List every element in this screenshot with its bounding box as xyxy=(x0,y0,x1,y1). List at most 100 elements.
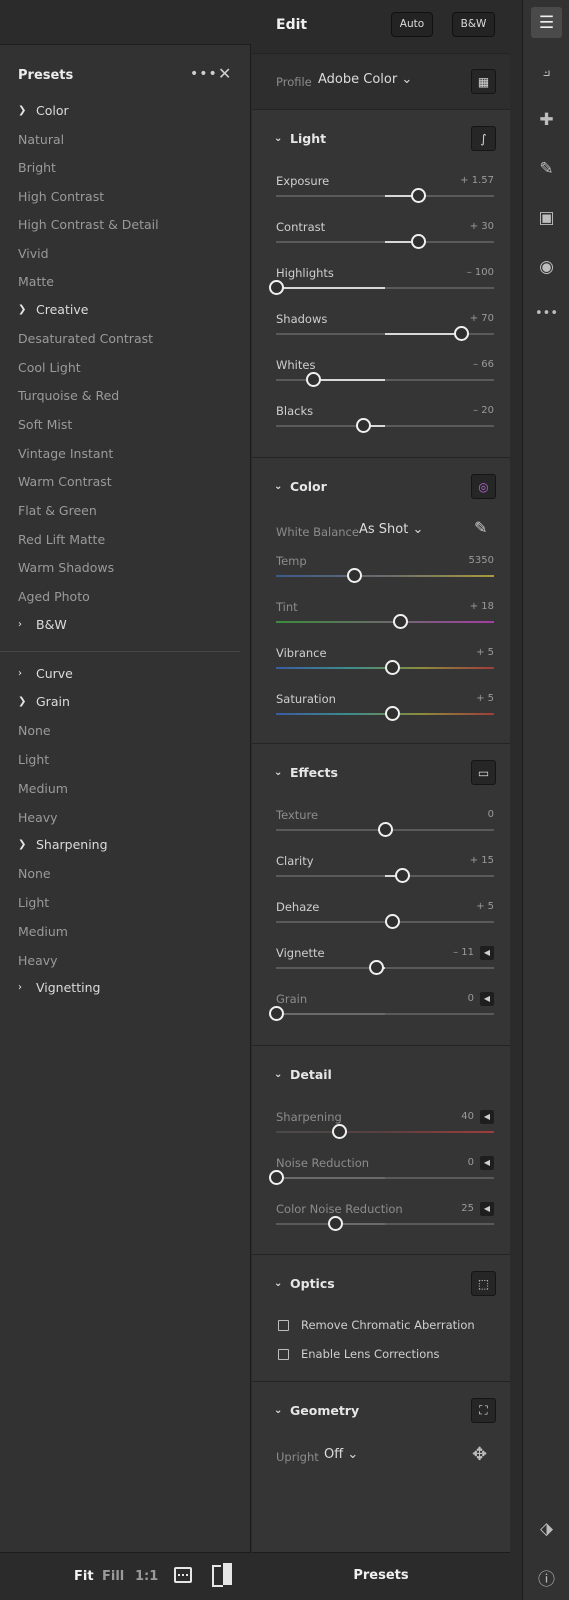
transform-icon[interactable]: ⛶ xyxy=(471,1398,496,1423)
highlights-slider[interactable]: Highlights – 100 xyxy=(269,266,494,308)
noise-reduction-slider[interactable]: Noise Reduction 0 ◀ xyxy=(269,1156,494,1198)
effects-header[interactable]: ⌄ Effects xyxy=(274,765,338,780)
preset-item[interactable]: Light xyxy=(18,752,49,767)
preset-item[interactable]: Turquoise & Red xyxy=(18,388,119,403)
slider-thumb[interactable] xyxy=(347,568,363,583)
whites-slider[interactable]: Whites – 66 xyxy=(276,358,494,400)
slider-thumb[interactable] xyxy=(384,660,400,675)
preset-item[interactable]: High Contrast xyxy=(18,189,104,204)
edit-sliders-icon[interactable]: ☰ xyxy=(531,7,562,38)
slider-thumb[interactable] xyxy=(269,1006,284,1021)
preset-item[interactable]: Natural xyxy=(18,132,64,147)
zoom-1-1-button[interactable]: 1:1 xyxy=(135,1569,158,1584)
slider-value[interactable]: + 70 xyxy=(470,313,494,324)
slider-thumb[interactable] xyxy=(395,868,411,883)
light-header[interactable]: ⌄ Light xyxy=(274,131,326,146)
slider-thumb[interactable] xyxy=(327,1216,343,1231)
compare-icon[interactable] xyxy=(212,1563,232,1587)
grain-slider[interactable]: Grain 0 ◀ xyxy=(269,992,494,1034)
guided-upright-icon[interactable]: ✥ xyxy=(472,1444,487,1465)
preset-item[interactable]: Medium xyxy=(18,781,68,796)
detail-header[interactable]: ⌄ Detail xyxy=(274,1067,332,1082)
auto-button[interactable]: Auto xyxy=(391,12,433,37)
sharpening-slider[interactable]: Sharpening 40 ◀ xyxy=(276,1110,494,1152)
temp-slider[interactable]: Temp 5350 xyxy=(276,554,494,596)
filmstrip-icon[interactable] xyxy=(174,1567,192,1583)
preset-item[interactable]: Medium xyxy=(18,924,68,939)
color-header[interactable]: ⌄ Color xyxy=(274,479,327,494)
slider-value[interactable]: – 66 xyxy=(473,359,494,370)
preset-item[interactable]: None xyxy=(18,723,51,738)
preset-group-grain[interactable]: ❯ Grain xyxy=(18,694,70,709)
color-mixer-icon[interactable]: ◎ xyxy=(471,474,496,499)
preset-item[interactable]: Vintage Instant xyxy=(18,446,113,461)
more-icon[interactable]: ••• xyxy=(531,298,562,329)
tint-slider[interactable]: Tint + 18 xyxy=(276,600,494,642)
preset-group-sharpening[interactable]: ❯ Sharpening xyxy=(18,837,108,852)
radial-gradient-icon[interactable]: ◉ xyxy=(531,251,562,282)
eyedropper-icon[interactable]: ✎ xyxy=(474,518,487,537)
preset-group-bw[interactable]: › B&W xyxy=(18,617,67,632)
enable-lens-corrections-checkbox[interactable] xyxy=(278,1349,289,1360)
slider-thumb[interactable] xyxy=(384,706,400,721)
slider-thumb[interactable] xyxy=(410,188,426,203)
preset-item[interactable]: Aged Photo xyxy=(18,589,90,604)
saturation-slider[interactable]: Saturation + 5 xyxy=(276,692,494,734)
preset-item[interactable]: Flat & Green xyxy=(18,503,97,518)
slider-value[interactable]: + 30 xyxy=(470,221,494,232)
expand-arrow-icon[interactable]: ◀ xyxy=(480,1110,494,1124)
slider-value[interactable]: – 20 xyxy=(473,405,494,416)
slider-thumb[interactable] xyxy=(393,614,409,629)
preset-item[interactable]: Vivid xyxy=(18,246,49,261)
preset-item[interactable]: Desaturated Contrast xyxy=(18,331,153,346)
slider-value[interactable]: + 5 xyxy=(476,693,494,704)
preset-item[interactable]: Warm Contrast xyxy=(18,474,112,489)
expand-arrow-icon[interactable]: ◀ xyxy=(480,1156,494,1170)
remove-chromatic-aberration-checkbox[interactable] xyxy=(278,1320,289,1331)
preset-group-creative[interactable]: ❯ Creative xyxy=(18,302,88,317)
slider-thumb[interactable] xyxy=(306,372,322,387)
slider-thumb[interactable] xyxy=(369,960,385,975)
more-icon[interactable]: ••• xyxy=(190,66,218,82)
slider-value[interactable]: 0 xyxy=(468,993,474,1004)
slider-thumb[interactable] xyxy=(454,326,470,341)
crop-icon[interactable]: ⟓ xyxy=(531,55,562,86)
expand-arrow-icon[interactable]: ◀ xyxy=(480,1202,494,1216)
lens-profile-icon[interactable]: ⬚ xyxy=(471,1271,496,1296)
texture-slider[interactable]: Texture 0 xyxy=(276,808,494,850)
tag-icon[interactable]: ⬗ xyxy=(531,1513,562,1544)
preset-item[interactable]: Light xyxy=(18,895,49,910)
slider-value[interactable]: + 18 xyxy=(470,601,494,612)
profile-dropdown[interactable]: Adobe Color ⌄ xyxy=(318,72,412,87)
bw-button[interactable]: B&W xyxy=(452,12,495,37)
slider-value[interactable]: – 100 xyxy=(467,267,494,278)
slider-value[interactable]: 40 xyxy=(461,1111,474,1122)
preset-item[interactable]: Red Lift Matte xyxy=(18,532,105,547)
preset-item[interactable]: None xyxy=(18,866,51,881)
slider-value[interactable]: + 5 xyxy=(476,901,494,912)
tone-curve-icon[interactable]: ∫ xyxy=(471,126,496,151)
preset-item[interactable]: High Contrast & Detail xyxy=(18,217,159,232)
slider-value[interactable]: + 15 xyxy=(470,855,494,866)
close-icon[interactable]: ✕ xyxy=(218,64,231,83)
preset-group-color[interactable]: ❯ Color xyxy=(18,103,69,118)
preset-item[interactable]: Bright xyxy=(18,160,56,175)
upright-dropdown[interactable]: Off ⌄ xyxy=(324,1447,358,1462)
expand-arrow-icon[interactable]: ◀ xyxy=(480,992,494,1006)
brush-icon[interactable]: ✎ xyxy=(531,153,562,184)
preset-group-vignetting[interactable]: › Vignetting xyxy=(18,980,100,995)
white-balance-dropdown[interactable]: As Shot ⌄ xyxy=(359,522,423,537)
presets-button[interactable]: Presets xyxy=(252,1568,510,1583)
info-icon[interactable]: ⓘ xyxy=(531,1562,562,1593)
slider-value[interactable]: 25 xyxy=(461,1203,474,1214)
slider-thumb[interactable] xyxy=(378,822,393,837)
vibrance-slider[interactable]: Vibrance + 5 xyxy=(276,646,494,688)
geometry-header[interactable]: ⌄ Geometry xyxy=(274,1403,359,1418)
slider-value[interactable]: 0 xyxy=(488,809,494,820)
slider-thumb[interactable] xyxy=(332,1124,348,1139)
healing-icon[interactable]: ✚ xyxy=(531,104,562,135)
slider-value[interactable]: + 1.57 xyxy=(460,175,494,186)
slider-thumb[interactable] xyxy=(269,280,284,295)
clarity-slider[interactable]: Clarity + 15 xyxy=(276,854,494,896)
dehaze-slider[interactable]: Dehaze + 5 xyxy=(276,900,494,942)
